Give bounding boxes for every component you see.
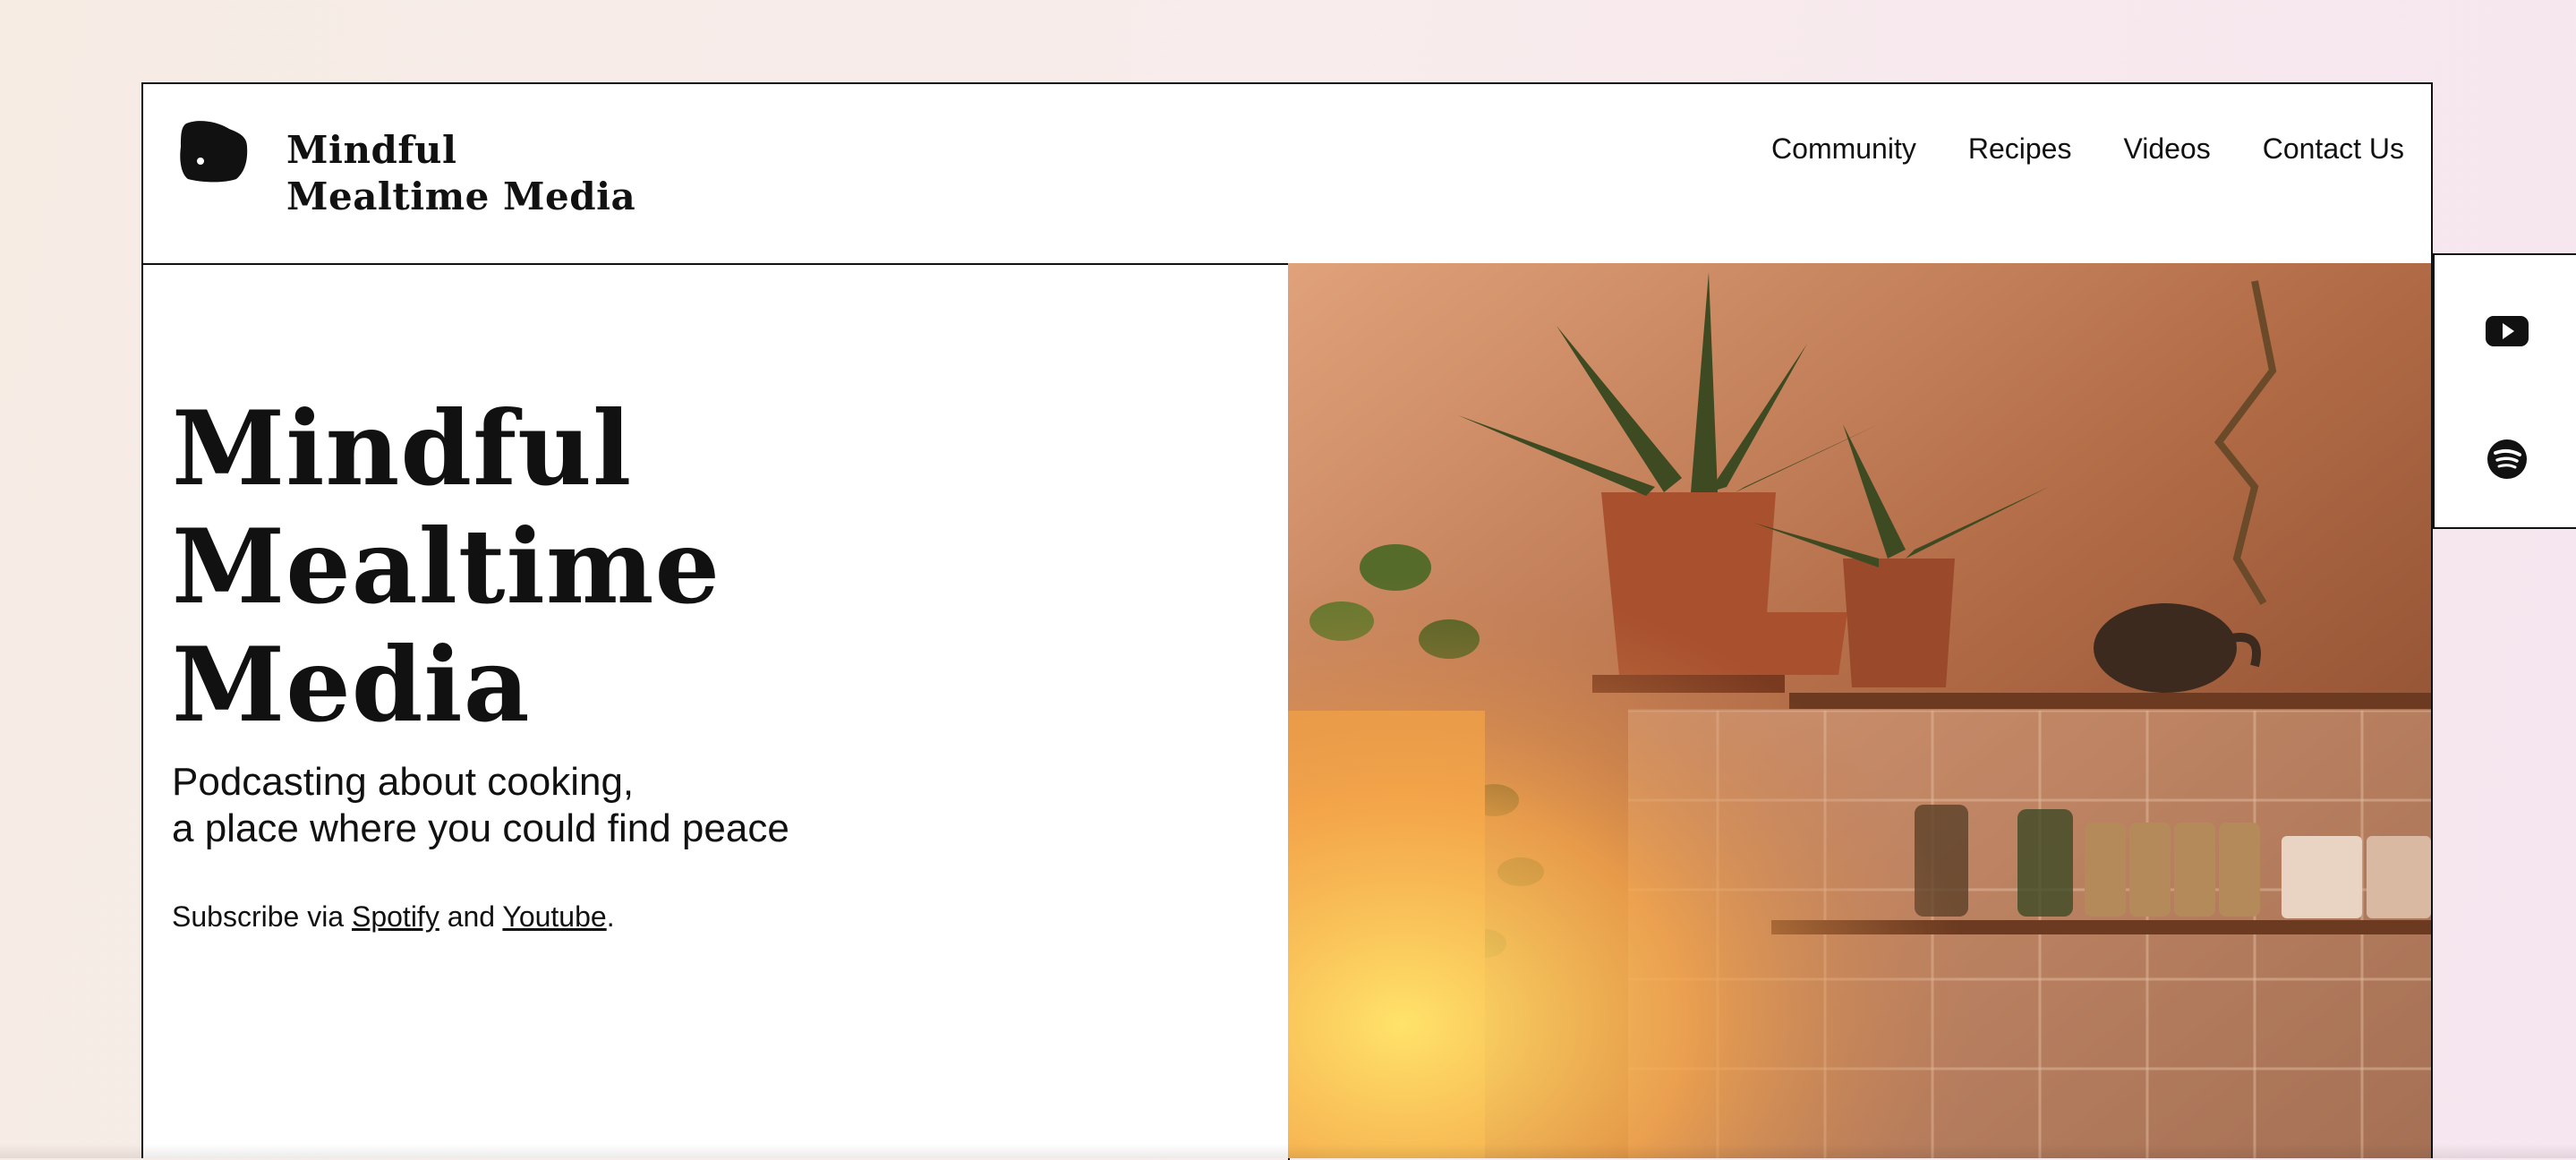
nav-videos[interactable]: Videos xyxy=(2123,131,2210,166)
black-blob-logo-icon[interactable] xyxy=(179,120,249,183)
spotify-link[interactable]: Spotify xyxy=(352,900,439,933)
youtube-icon xyxy=(2486,316,2529,346)
subscribe-suffix: . xyxy=(606,900,615,933)
nav-recipes[interactable]: Recipes xyxy=(1968,131,2072,166)
main-nav: Community Recipes Videos Contact Us xyxy=(1771,131,2404,166)
hero-tagline: Podcasting about cooking, a place where … xyxy=(172,759,977,852)
tagline-line-1: Podcasting about cooking, xyxy=(172,760,635,804)
brand-name[interactable]: Mindful Mealtime Media xyxy=(286,127,662,220)
spotify-button[interactable] xyxy=(2484,436,2530,482)
bottom-shadow xyxy=(0,1144,2576,1158)
hero-title-line-1: Mindful xyxy=(172,388,633,508)
youtube-button[interactable] xyxy=(2484,307,2530,354)
hero-title: Mindful Mealtime Media xyxy=(172,389,888,744)
subscribe-line: Subscribe via Spotify and Youtube. xyxy=(172,899,615,934)
social-sidebar xyxy=(2433,253,2576,529)
hero-title-line-3: Media xyxy=(172,625,531,745)
nav-community[interactable]: Community xyxy=(1771,131,1916,166)
nav-contact-us[interactable]: Contact Us xyxy=(2263,131,2404,166)
subscribe-prefix: Subscribe via xyxy=(172,900,352,933)
kitchen-shelves-plants-photo xyxy=(1288,263,2431,1158)
site-header: Mindful Mealtime Media Community Recipes… xyxy=(143,84,2431,265)
spotify-icon xyxy=(2487,439,2527,479)
subscribe-middle: and xyxy=(439,900,503,933)
photo-illustration xyxy=(1288,263,2431,1158)
youtube-link[interactable]: Youtube xyxy=(502,900,606,933)
hero-title-line-2: Mealtime xyxy=(172,507,721,627)
tagline-line-2: a place where you could find peace xyxy=(172,806,789,850)
